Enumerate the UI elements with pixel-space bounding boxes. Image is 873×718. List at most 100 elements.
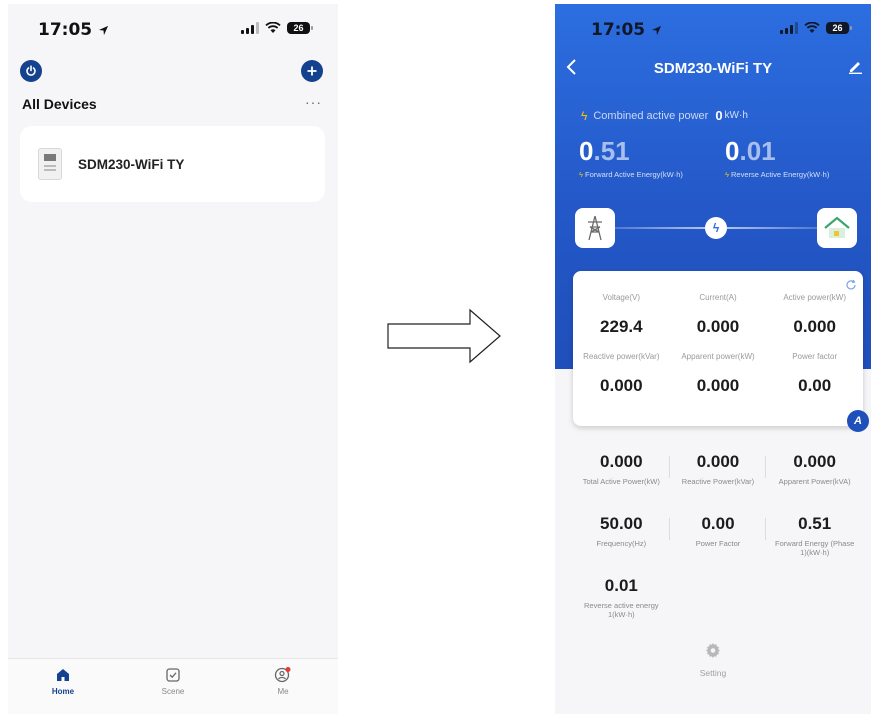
- stat-label: Forward Energy (Phase 1)(kW·h): [775, 539, 855, 557]
- stat-forward-energy: 0.51 Forward Energy (Phase 1)(kW·h): [766, 514, 863, 576]
- cellular-signal-icon: [780, 22, 798, 34]
- combined-power-unit: kW·h: [724, 110, 748, 121]
- gear-icon: [706, 643, 720, 658]
- power-button[interactable]: [20, 60, 42, 82]
- tab-home[interactable]: Home: [8, 659, 118, 714]
- battery-icon: 26: [826, 22, 852, 34]
- reactive-power-reading: Reactive power(kVar) 0.000: [573, 352, 670, 411]
- reverse-energy-int: 0: [725, 136, 740, 166]
- plus-icon: [307, 66, 317, 76]
- reverse-energy-label-text: Reverse Active Energy(kW·h): [730, 170, 830, 179]
- stat-label: Frequency(Hz): [596, 539, 647, 548]
- reading-value: 0.00: [798, 376, 832, 395]
- statistics-grid: 0.000 Total Active Power(kW) 0.000 React…: [573, 452, 863, 638]
- tab-scene[interactable]: Scene: [118, 659, 228, 714]
- combined-power-value: 0: [715, 108, 723, 123]
- active-power-reading: Active power(kW) 0.000: [766, 293, 863, 352]
- location-arrow-icon: [98, 25, 109, 36]
- device-card[interactable]: SDM230-WiFi TY: [20, 126, 325, 202]
- power-factor-reading: Power factor 0.00: [766, 352, 863, 411]
- mode-badge[interactable]: A: [847, 410, 869, 432]
- status-time: 17:05: [38, 20, 109, 40]
- transition-arrow-icon: [387, 308, 501, 364]
- forward-energy-int: 0: [579, 136, 594, 166]
- reverse-energy-dec: .01: [739, 136, 776, 166]
- reverse-energy: 0.01 ϟ Reverse Active Energy(kW·h): [725, 136, 829, 179]
- lightning-icon: ϟ: [725, 170, 729, 179]
- add-device-button[interactable]: [301, 60, 323, 82]
- reading-label: Current(A): [699, 293, 737, 302]
- edit-button[interactable]: [847, 58, 863, 79]
- reverse-energy-label: ϟ Reverse Active Energy(kW·h): [725, 170, 829, 179]
- status-time: 17:05: [591, 20, 662, 40]
- status-bar: 17:05 26: [8, 4, 338, 52]
- device-list-screen: 17:05 26 All Devices ··· SDM230-WiFi TY …: [8, 4, 338, 714]
- stat-reactive-power: 0.000 Reactive Power(kVar): [670, 452, 767, 514]
- stat-label: Apparent Power(kVA): [778, 477, 851, 486]
- stat-label: Power Factor: [695, 539, 741, 548]
- power-icon: [26, 65, 36, 76]
- more-options-button[interactable]: ···: [305, 94, 322, 110]
- profile-icon: [274, 667, 291, 683]
- stats-row: 0.000 Total Active Power(kW) 0.000 React…: [573, 452, 863, 514]
- stat-value: 0.000: [793, 452, 836, 471]
- scene-icon: [166, 668, 180, 682]
- reading-label: Reactive power(kVar): [583, 352, 660, 361]
- stat-value: 0.00: [701, 514, 735, 533]
- reading-label: Active power(kW): [783, 293, 846, 302]
- tab-me-label: Me: [277, 687, 289, 696]
- location-arrow-icon: [651, 25, 662, 36]
- combined-power: ϟ Combined active power 0 kW·h: [581, 108, 748, 123]
- stat-value: 50.00: [600, 514, 643, 533]
- reading-label: Apparent power(kW): [681, 352, 755, 361]
- tab-bar: Home Scene Me: [8, 658, 338, 714]
- section-title: All Devices: [22, 96, 97, 112]
- battery-level: 26: [832, 23, 843, 33]
- wifi-icon: [265, 22, 281, 33]
- energy-flow: ϟ: [575, 208, 857, 248]
- live-readings-grid: Voltage(V) 229.4 Current(A) 0.000 Active…: [573, 293, 863, 411]
- reading-label: Power factor: [792, 352, 838, 361]
- energy-meter-icon: [38, 148, 62, 180]
- live-readings-card: Voltage(V) 229.4 Current(A) 0.000 Active…: [573, 271, 869, 432]
- stat-value: 0.000: [696, 452, 740, 471]
- reading-value: 0.000: [696, 376, 740, 395]
- status-time-text: 17:05: [38, 20, 93, 40]
- setting-button[interactable]: Setting: [555, 642, 871, 678]
- flow-lightning-icon: ϟ: [705, 217, 727, 239]
- tab-me[interactable]: Me: [228, 659, 338, 714]
- battery-level: 26: [293, 23, 304, 33]
- stat-label: Reverse active energy 1(kW·h): [584, 601, 659, 619]
- device-name: SDM230-WiFi TY: [78, 156, 185, 172]
- house-icon: [817, 208, 857, 248]
- edit-icon: [849, 62, 862, 75]
- grid-tower-icon: [575, 208, 615, 248]
- stat-reverse-energy: 0.01 Reverse active energy 1(kW·h): [573, 576, 670, 638]
- status-time-text: 17:05: [591, 20, 646, 40]
- tab-home-label: Home: [51, 687, 75, 696]
- stats-row: 50.00 Frequency(Hz) 0.00 Power Factor 0.…: [573, 514, 863, 576]
- stat-value: 0.51: [798, 514, 832, 533]
- setting-label: Setting: [699, 668, 727, 678]
- current-reading: Current(A) 0.000: [670, 293, 767, 352]
- reading-value: 0.000: [793, 317, 836, 336]
- forward-energy-dec: .51: [593, 136, 630, 166]
- status-indicators: 26: [780, 22, 852, 34]
- reading-label: Voltage(V): [602, 293, 640, 302]
- lightning-icon: ϟ: [579, 170, 583, 179]
- voltage-reading: Voltage(V) 229.4: [573, 293, 670, 352]
- stat-label: Total Active Power(kW): [582, 477, 660, 486]
- stat-label: Reactive Power(kVar): [681, 477, 755, 486]
- forward-energy-label: ϟ Forward Active Energy(kW·h): [579, 170, 683, 179]
- tab-scene-label: Scene: [161, 687, 185, 696]
- reading-value: 0.000: [696, 317, 740, 336]
- stat-value: 0.000: [600, 452, 643, 471]
- stat-apparent-power: 0.000 Apparent Power(kVA): [766, 452, 863, 514]
- page-title: SDM230-WiFi TY: [653, 60, 773, 77]
- stats-row: 0.01 Reverse active energy 1(kW·h): [573, 576, 863, 638]
- status-indicators: 26: [241, 22, 313, 34]
- reverse-energy-value: 0.01: [725, 136, 829, 167]
- stat-value: 0.01: [604, 576, 638, 595]
- home-icon: [57, 669, 69, 681]
- refresh-icon[interactable]: [845, 279, 857, 291]
